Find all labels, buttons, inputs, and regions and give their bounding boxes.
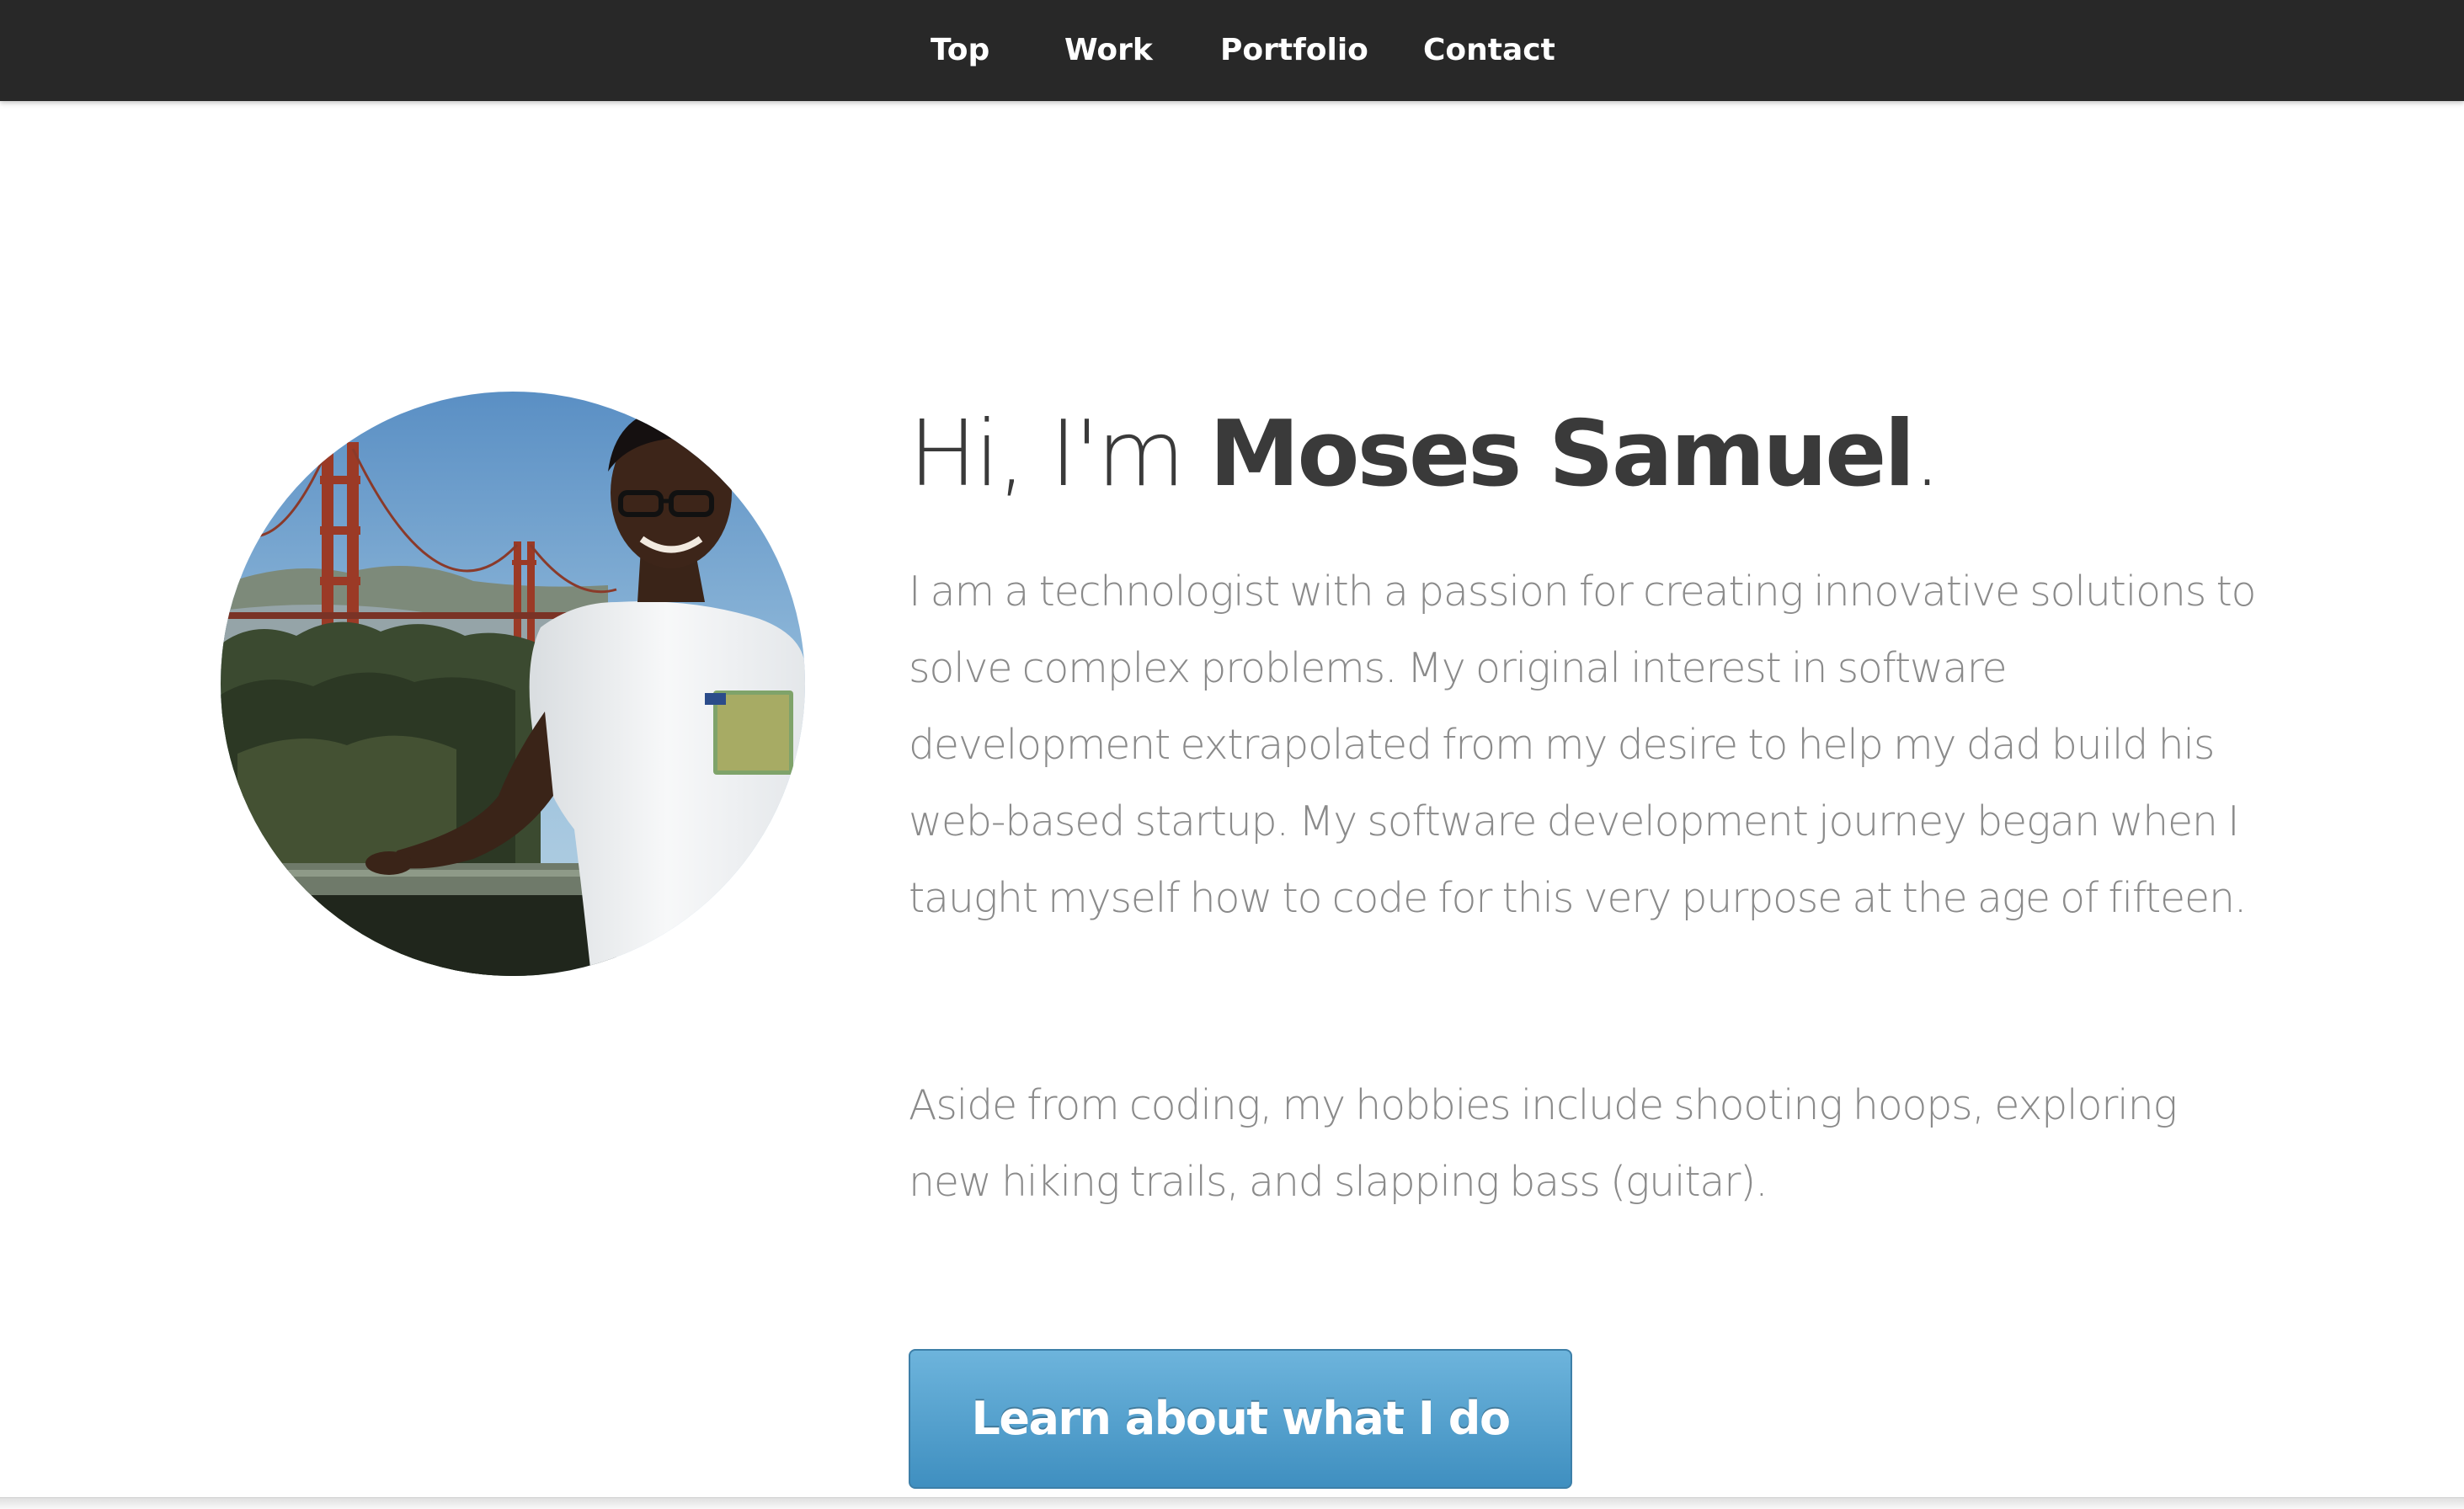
page: Top Work Portfolio Contact Hi, I'm Moses…: [0, 0, 2464, 1509]
profile-photo-icon: [221, 392, 805, 976]
nav-link-work[interactable]: Work: [1064, 29, 1153, 72]
window-bottom-edge: [0, 1497, 2464, 1509]
hobbies-paragraph: Aside from coding, my hobbies include sh…: [909, 1081, 2178, 1206]
top-navbar: Top Work Portfolio Contact: [0, 0, 2464, 101]
bio-paragraph: I am a technologist with a passion for c…: [909, 568, 2256, 922]
learn-more-button[interactable]: Learn about what I do: [909, 1349, 1572, 1489]
nav-link-contact[interactable]: Contact: [1423, 29, 1555, 72]
avatar: [221, 392, 805, 976]
nav-link-portfolio[interactable]: Portfolio: [1220, 29, 1368, 72]
page-title: Hi, I'm Moses Samuel.: [909, 396, 1942, 514]
greeting-text: Hi, I'm: [909, 402, 1209, 507]
title-punctuation: .: [1912, 402, 1941, 507]
name-text: Moses Samuel: [1208, 402, 1915, 507]
nav-link-top[interactable]: Top: [931, 29, 989, 72]
